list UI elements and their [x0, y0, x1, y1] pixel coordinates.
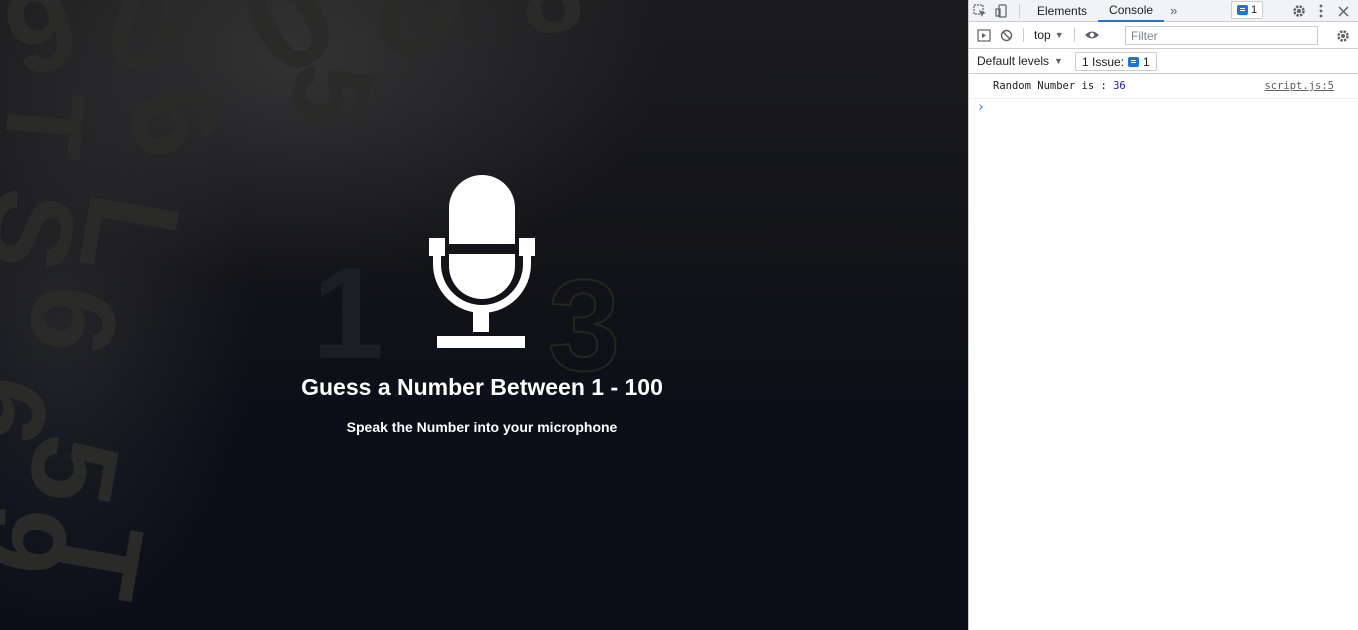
toolbar-separator-2 [1073, 28, 1075, 42]
context-dropdown-caret-icon: ▼ [1054, 30, 1064, 40]
device-toolbar-icon[interactable] [991, 0, 1013, 22]
issues-counter-badge[interactable]: 1 [1231, 1, 1264, 19]
console-filter-input[interactable] [1125, 26, 1318, 45]
devtools-tabbar: Elements Console » 1 [969, 0, 1358, 22]
tabbar-right-icons [1288, 0, 1354, 22]
issues-button-label: 1 Issue: [1082, 54, 1125, 69]
settings-gear-icon[interactable] [1288, 0, 1310, 22]
issues-button-count: 1 [1143, 54, 1150, 69]
console-settings-gear-icon[interactable] [1332, 25, 1354, 47]
tab-console[interactable]: Console [1098, 0, 1165, 22]
console-message-value: 36 [1113, 80, 1126, 92]
main-content: Guess a Number Between 1 - 100 Speak the… [232, 170, 732, 435]
tab-elements[interactable]: Elements [1026, 0, 1098, 22]
console-source-link[interactable]: script.js:5 [1264, 74, 1334, 99]
live-expression-eye-icon[interactable] [1081, 24, 1103, 46]
issues-counter-count: 1 [1251, 4, 1258, 16]
context-selector-label: top [1034, 28, 1051, 42]
prompt-chevron-icon: › [977, 100, 985, 115]
log-levels-caret-icon: ▼ [1054, 56, 1063, 66]
console-levels-bar: Default levels ▼ 1 Issue: 1 [969, 49, 1358, 74]
issue-message-icon [1128, 56, 1140, 67]
console-log-message: Random Number is : 36 script.js:5 [969, 74, 1358, 99]
page-title: Guess a Number Between 1 - 100 [301, 374, 663, 400]
tabbar-separator [1019, 3, 1020, 18]
show-sidebar-icon[interactable] [973, 24, 995, 46]
microphone-icon[interactable] [427, 170, 537, 352]
more-tabs-chevron-icon[interactable]: » [1164, 3, 1183, 18]
console-prompt[interactable]: › [969, 99, 1358, 119]
kebab-menu-icon[interactable] [1310, 0, 1332, 22]
page-viewport: 9 0 0 0 8 5 9 T S L 6 6 5 9 T 1 3 G [0, 0, 968, 630]
message-icon [1237, 5, 1248, 15]
log-levels-dropdown[interactable]: Default levels ▼ [977, 54, 1063, 68]
context-selector[interactable]: top ▼ [1030, 28, 1068, 42]
toolbar-separator [1023, 28, 1024, 42]
devtools-panel: Elements Console » 1 top ▼ Filter Defaul… [968, 0, 1358, 630]
log-levels-label: Default levels [977, 54, 1050, 68]
inspect-element-icon[interactable] [969, 0, 991, 22]
issues-button[interactable]: 1 Issue: 1 [1075, 52, 1157, 71]
console-message-text: Random Number is : [993, 80, 1114, 92]
close-icon[interactable] [1332, 0, 1354, 22]
console-toolbar: top ▼ [969, 22, 1358, 49]
page-subtitle: Speak the Number into your microphone [346, 419, 618, 435]
clear-console-icon[interactable] [995, 24, 1017, 46]
